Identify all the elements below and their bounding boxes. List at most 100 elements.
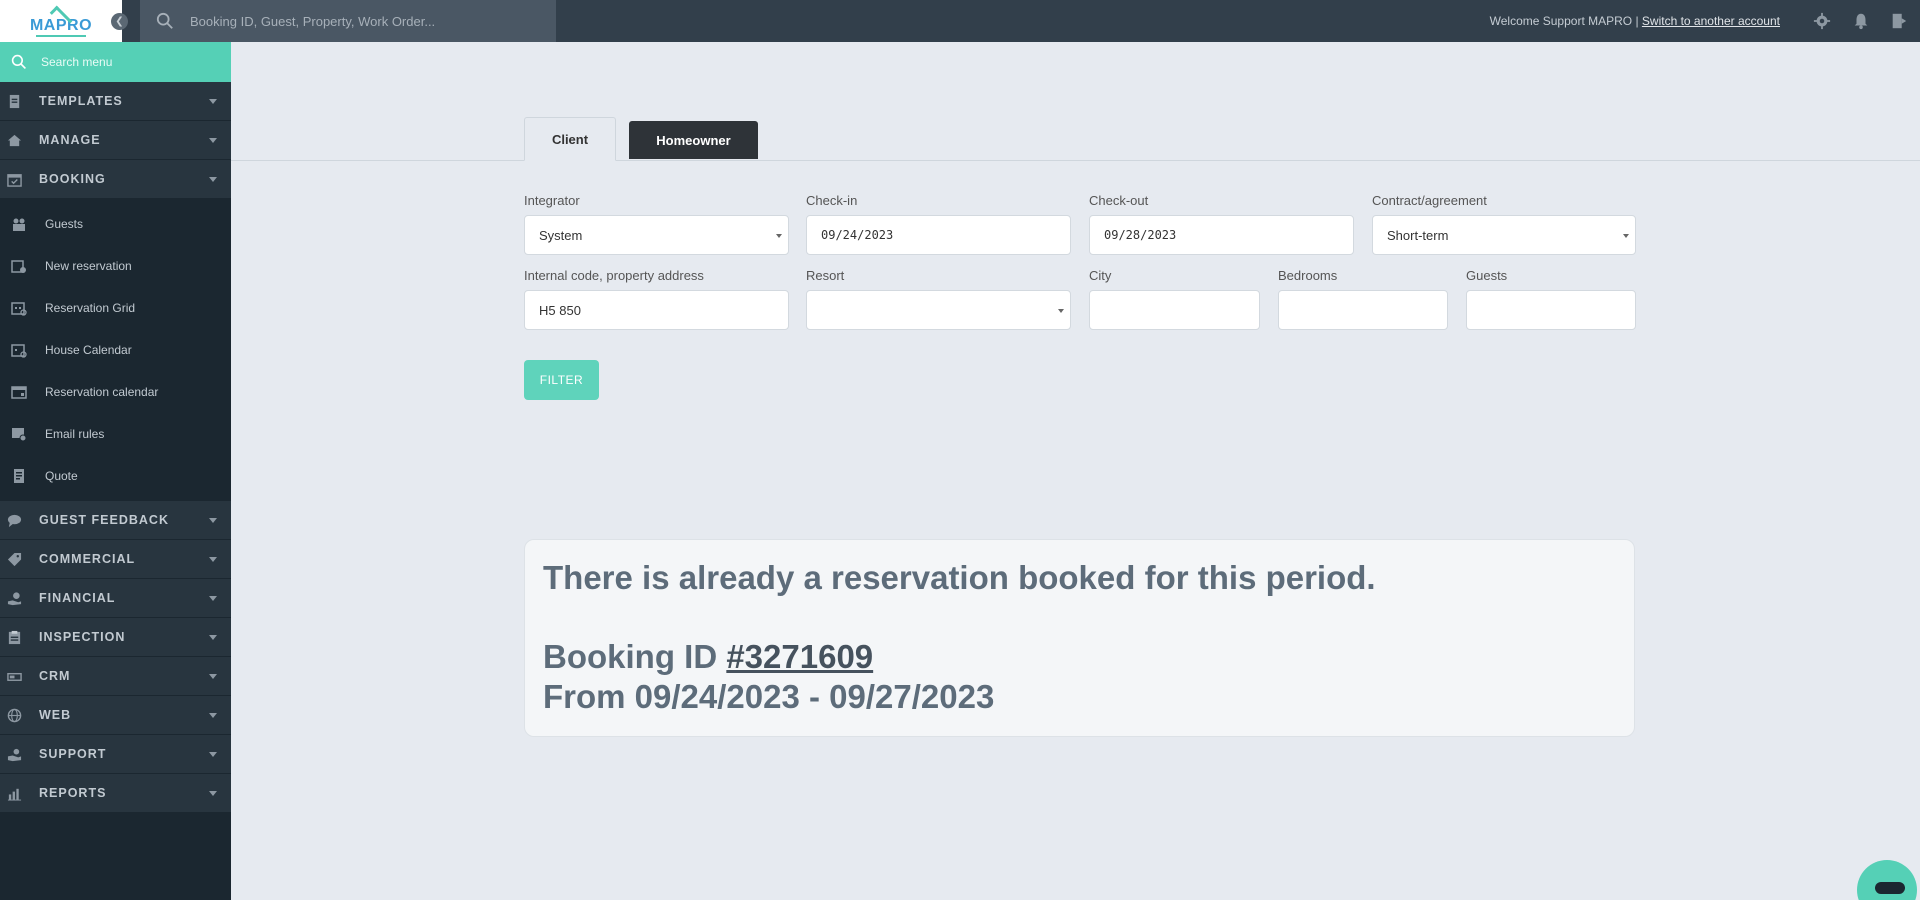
filter-button[interactable]: FILTER — [524, 360, 599, 400]
sidebar-section-label: SUPPORT — [39, 747, 107, 761]
guests-input[interactable] — [1466, 290, 1636, 330]
sidebar-section-templates[interactable]: TEMPLATES — [0, 82, 231, 121]
alert-booking-prefix: Booking ID — [543, 638, 727, 675]
sidebar-section-booking[interactable]: BOOKING — [0, 160, 231, 199]
booking-submenu: Guests New reservation Reservation Grid … — [0, 199, 231, 501]
sidebar-section-label: INSPECTION — [39, 630, 126, 644]
checkout-field: Check-out 09/28/2023 — [1089, 193, 1354, 255]
chevron-left-icon: ❮ — [115, 16, 124, 27]
caret-down-icon — [209, 635, 217, 640]
integrator-select[interactable]: System — [524, 215, 789, 255]
sidebar-item-label: Quote — [45, 469, 78, 483]
city-input[interactable] — [1089, 290, 1260, 330]
bedrooms-input[interactable] — [1278, 290, 1448, 330]
sidebar-item-label: House Calendar — [45, 343, 132, 357]
calendar-icon — [11, 386, 27, 399]
contract-field: Contract/agreement Short-term — [1372, 193, 1636, 255]
sidebar-section-financial[interactable]: FINANCIAL — [0, 579, 231, 618]
checkin-input[interactable]: 09/24/2023 — [806, 215, 1071, 255]
sidebar-item-reservation-grid[interactable]: Reservation Grid — [0, 287, 231, 329]
global-search-input[interactable] — [190, 13, 550, 29]
logout-icon[interactable] — [1890, 12, 1908, 30]
checkout-label: Check-out — [1089, 193, 1149, 208]
contract-select[interactable]: Short-term — [1372, 215, 1636, 255]
tab-client[interactable]: Client — [524, 117, 616, 161]
globe-icon — [7, 708, 22, 723]
caret-down-icon — [209, 752, 217, 757]
checkin-value: 09/24/2023 — [821, 228, 894, 242]
tabs-divider — [231, 160, 1920, 161]
quote-icon — [14, 469, 24, 483]
caret-down-icon — [209, 674, 217, 679]
sidebar-section-label: BOOKING — [39, 172, 106, 186]
internal-code-input[interactable]: H5 850 — [524, 290, 789, 330]
caret-down-icon — [209, 177, 217, 182]
calendar-house-icon — [11, 344, 27, 358]
sidebar-item-guests[interactable]: Guests — [0, 203, 231, 245]
bedrooms-label: Bedrooms — [1278, 268, 1338, 283]
calendar-grid-icon — [11, 302, 27, 316]
calendar-plus-icon — [11, 260, 26, 273]
sidebar-section-label: WEB — [39, 708, 72, 722]
logo-underline — [36, 34, 86, 37]
resort-label: Resort — [806, 268, 845, 283]
comment-icon — [7, 514, 22, 528]
reservation-conflict-alert: There is already a reservation booked fo… — [524, 539, 1635, 737]
sidebar-section-inspection[interactable]: INSPECTION — [0, 618, 231, 657]
sidebar-item-new-reservation[interactable]: New reservation — [0, 245, 231, 287]
tab-homeowner[interactable]: Homeowner — [629, 121, 758, 159]
clipboard-icon — [8, 630, 21, 645]
switch-account-link[interactable]: Switch to another account — [1642, 14, 1780, 28]
tag-icon — [7, 552, 22, 567]
resort-select[interactable] — [806, 290, 1071, 330]
caret-down-icon — [209, 713, 217, 718]
checkout-input[interactable]: 09/28/2023 — [1089, 215, 1354, 255]
sidebar-section-crm[interactable]: CRM — [0, 657, 231, 696]
sidebar-section-web[interactable]: WEB — [0, 696, 231, 735]
house-icon — [7, 134, 22, 147]
sidebar-item-reservation-calendar[interactable]: Reservation calendar — [0, 371, 231, 413]
sidebar-item-label: Reservation Grid — [45, 301, 136, 315]
checkin-label: Check-in — [806, 193, 858, 208]
sidebar-section-manage[interactable]: MANAGE — [0, 121, 231, 160]
sidebar-item-email-rules[interactable]: Email rules — [0, 413, 231, 455]
sidebar-section-support[interactable]: SUPPORT — [0, 735, 231, 774]
internal-code-value: H5 850 — [539, 302, 581, 318]
sidebar-section-guest-feedback[interactable]: GUEST FEEDBACK — [0, 501, 231, 540]
alert-booking-line: Booking ID #3271609 — [543, 637, 1616, 677]
sidebar-section-commercial[interactable]: COMMERCIAL — [0, 540, 231, 579]
alert-message: There is already a reservation booked fo… — [543, 559, 1376, 596]
gear-icon[interactable] — [1813, 12, 1831, 30]
booking-id-link[interactable]: #3271609 — [726, 638, 873, 675]
menu-search-input[interactable] — [41, 55, 211, 69]
sidebar-item-quote[interactable]: Quote — [0, 455, 231, 497]
sidebar-section-label: COMMERCIAL — [39, 552, 136, 566]
logo[interactable]: MAPRO — [0, 0, 122, 42]
contract-label: Contract/agreement — [1372, 193, 1487, 208]
contract-value: Short-term — [1387, 227, 1449, 243]
city-label: City — [1089, 268, 1112, 283]
caret-down-icon — [209, 518, 217, 523]
sidebar-item-label: New reservation — [45, 259, 132, 273]
search-icon — [11, 54, 26, 69]
caret-down-icon — [209, 99, 217, 104]
sidebar-section-reports[interactable]: REPORTS — [0, 774, 231, 813]
bell-icon[interactable] — [1852, 12, 1870, 30]
internal-code-label: Internal code, property address — [524, 268, 704, 283]
hand-coin-icon — [7, 592, 22, 606]
integrator-value: System — [539, 227, 583, 243]
checkout-value: 09/28/2023 — [1104, 228, 1177, 242]
city-field: City — [1089, 268, 1260, 330]
collapse-sidebar-button[interactable]: ❮ — [111, 13, 128, 30]
sidebar-section-label: GUEST FEEDBACK — [39, 513, 169, 527]
caret-down-icon — [209, 791, 217, 796]
calendar-check-icon — [7, 174, 22, 187]
sidebar-item-label: Reservation calendar — [45, 385, 159, 399]
chat-icon — [1875, 882, 1905, 894]
integrator-field: Integrator System — [524, 193, 789, 255]
integrator-label: Integrator — [524, 193, 580, 208]
sidebar-section-label: REPORTS — [39, 786, 107, 800]
sidebar-item-house-calendar[interactable]: House Calendar — [0, 329, 231, 371]
guests-icon — [13, 218, 25, 231]
alert-period: From 09/24/2023 - 09/27/2023 — [543, 678, 995, 715]
